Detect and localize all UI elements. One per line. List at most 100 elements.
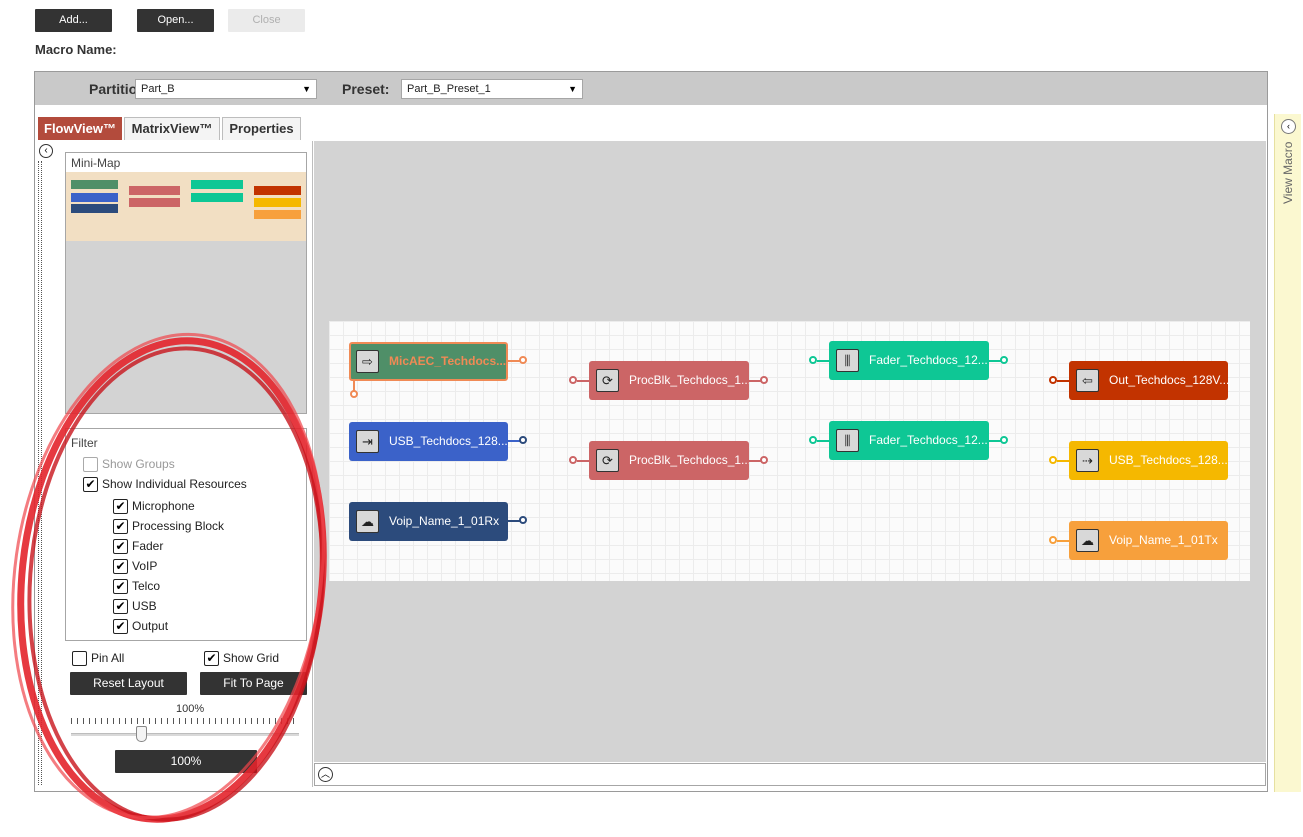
node-label: ProcBlk_Techdocs_1... xyxy=(629,373,749,387)
input-port[interactable] xyxy=(809,436,817,444)
mini-map[interactable]: Mini-Map xyxy=(65,152,307,414)
node-fader-1[interactable]: ⫼ Fader_Techdocs_12... xyxy=(829,341,989,380)
filter-fader[interactable]: ✔ Fader xyxy=(113,539,163,557)
filter-show-groups[interactable]: Show Groups xyxy=(83,457,175,475)
wire xyxy=(817,360,829,362)
pin-all-label: Pin All xyxy=(91,651,125,665)
partition-value: Part_B xyxy=(141,83,175,95)
node-voip-rx[interactable]: ☁ Voip_Name_1_01Rx xyxy=(349,502,508,541)
mini-map-overview[interactable] xyxy=(66,172,306,241)
output-port[interactable] xyxy=(519,436,527,444)
tab-flowview[interactable]: FlowView™ xyxy=(38,117,122,140)
checkbox-checked-icon[interactable]: ✔ xyxy=(113,599,128,614)
filter-label: Telco xyxy=(132,579,161,593)
checkbox-icon[interactable] xyxy=(72,651,87,666)
output-port[interactable] xyxy=(1000,356,1008,364)
flow-grid[interactable]: ⇨ MicAEC_Techdocs... ⇥ USB_Techdocs_128.… xyxy=(329,321,1250,581)
input-port[interactable] xyxy=(569,456,577,464)
partition-select[interactable]: Part_B ▼ xyxy=(135,79,317,99)
filter-voip[interactable]: ✔ VoIP xyxy=(113,559,157,577)
node-label: Fader_Techdocs_12... xyxy=(869,353,988,367)
output-port[interactable] xyxy=(760,376,768,384)
fader-icon: ⫼ xyxy=(836,349,859,372)
output-icon: ⇦ xyxy=(1076,369,1099,392)
tab-properties[interactable]: Properties xyxy=(222,117,301,140)
preset-select[interactable]: Part_B_Preset_1 ▼ xyxy=(401,79,583,99)
flow-canvas[interactable]: ⇨ MicAEC_Techdocs... ⇥ USB_Techdocs_128.… xyxy=(314,141,1266,762)
filter-label: Output xyxy=(132,619,169,633)
node-voip-tx[interactable]: ☁ Voip_Name_1_01Tx xyxy=(1069,521,1228,560)
filter-label: Fader xyxy=(132,539,164,553)
output-port[interactable] xyxy=(760,456,768,464)
input-port[interactable] xyxy=(1049,456,1057,464)
filter-output[interactable]: ✔ Output xyxy=(113,619,168,637)
node-procblk-2[interactable]: ⟳ ProcBlk_Techdocs_1... xyxy=(589,441,749,480)
mini-map-node xyxy=(129,198,180,207)
node-label: MicAEC_Techdocs... xyxy=(389,354,507,368)
node-fader-2[interactable]: ⫼ Fader_Techdocs_12... xyxy=(829,421,989,460)
fit-to-page-button[interactable]: Fit To Page xyxy=(200,672,307,695)
pin-all-checkbox[interactable]: Pin All xyxy=(72,651,124,669)
filter-label: USB xyxy=(132,599,157,613)
output-port[interactable] xyxy=(519,516,527,524)
node-label: USB_Techdocs_128... xyxy=(1109,453,1228,467)
input-port[interactable] xyxy=(809,356,817,364)
zoom-label: 100% xyxy=(176,703,205,715)
panel-splitter[interactable] xyxy=(38,161,42,785)
node-usb-input[interactable]: ⇥ USB_Techdocs_128... xyxy=(349,422,508,461)
reset-layout-button[interactable]: Reset Layout xyxy=(70,672,187,695)
checkbox-checked-icon[interactable]: ✔ xyxy=(204,651,219,666)
filter-title: Filter xyxy=(71,436,98,450)
filter-label: Show Individual Resources xyxy=(102,477,247,491)
node-label: Voip_Name_1_01Tx xyxy=(1109,533,1218,547)
output-port[interactable] xyxy=(1000,436,1008,444)
checkbox-icon[interactable] xyxy=(83,457,98,472)
wire xyxy=(577,460,589,462)
view-macro-panel[interactable]: ‹ View Macro xyxy=(1274,114,1301,792)
node-output[interactable]: ⇦ Out_Techdocs_128V... xyxy=(1069,361,1228,400)
filter-usb[interactable]: ✔ USB xyxy=(113,599,157,617)
node-usb-output[interactable]: ⇢ USB_Techdocs_128... xyxy=(1069,441,1228,480)
checkbox-checked-icon[interactable]: ✔ xyxy=(113,539,128,554)
expand-left-icon[interactable]: ‹ xyxy=(1281,119,1296,134)
input-port[interactable] xyxy=(569,376,577,384)
checkbox-checked-icon[interactable]: ✔ xyxy=(113,499,128,514)
filter-show-individual[interactable]: ✔ Show Individual Resources xyxy=(83,477,247,495)
close-button[interactable]: Close xyxy=(228,9,305,32)
input-port[interactable] xyxy=(1049,536,1057,544)
processing-icon: ⟳ xyxy=(596,369,619,392)
zoom-slider-thumb[interactable] xyxy=(136,726,148,742)
preset-label: Preset: xyxy=(342,81,390,97)
mini-map-node xyxy=(254,186,301,195)
show-grid-checkbox[interactable]: ✔ Show Grid xyxy=(204,651,279,669)
open-button[interactable]: Open... xyxy=(137,9,214,32)
zoom-value-button[interactable]: 100% xyxy=(115,750,257,773)
processing-icon: ⟳ xyxy=(596,449,619,472)
node-label: Voip_Name_1_01Rx xyxy=(389,514,500,528)
checkbox-checked-icon[interactable]: ✔ xyxy=(113,559,128,574)
node-procblk-1[interactable]: ⟳ ProcBlk_Techdocs_1... xyxy=(589,361,749,400)
bottom-panel-bar: ︿ xyxy=(314,763,1266,786)
output-port[interactable] xyxy=(350,390,358,398)
expand-up-icon[interactable]: ︿ xyxy=(318,767,333,782)
tab-matrixview[interactable]: MatrixView™ xyxy=(124,117,220,140)
checkbox-checked-icon[interactable]: ✔ xyxy=(113,619,128,634)
filter-processing-block[interactable]: ✔ Processing Block xyxy=(113,519,224,537)
filter-telco[interactable]: ✔ Telco xyxy=(113,579,160,597)
output-port[interactable] xyxy=(519,356,527,364)
partition-bar: Partition: Part_B ▼ Preset: Part_B_Prese… xyxy=(35,72,1267,105)
filter-microphone[interactable]: ✔ Microphone xyxy=(113,499,195,517)
add-button[interactable]: Add... xyxy=(35,9,112,32)
wire xyxy=(577,380,589,382)
chevron-down-icon: ▼ xyxy=(302,84,311,94)
checkbox-checked-icon[interactable]: ✔ xyxy=(83,477,98,492)
left-panel: ‹ Mini-Map Filter Show Groups ✔ Show Ind… xyxy=(36,141,313,787)
node-mic-aec[interactable]: ⇨ MicAEC_Techdocs... xyxy=(349,342,508,381)
input-port[interactable] xyxy=(1049,376,1057,384)
checkbox-checked-icon[interactable]: ✔ xyxy=(113,579,128,594)
mini-map-node xyxy=(191,193,243,202)
zoom-slider-track[interactable] xyxy=(71,733,299,736)
checkbox-checked-icon[interactable]: ✔ xyxy=(113,519,128,534)
node-label: ProcBlk_Techdocs_1... xyxy=(629,453,749,467)
collapse-left-icon[interactable]: ‹ xyxy=(39,144,53,158)
